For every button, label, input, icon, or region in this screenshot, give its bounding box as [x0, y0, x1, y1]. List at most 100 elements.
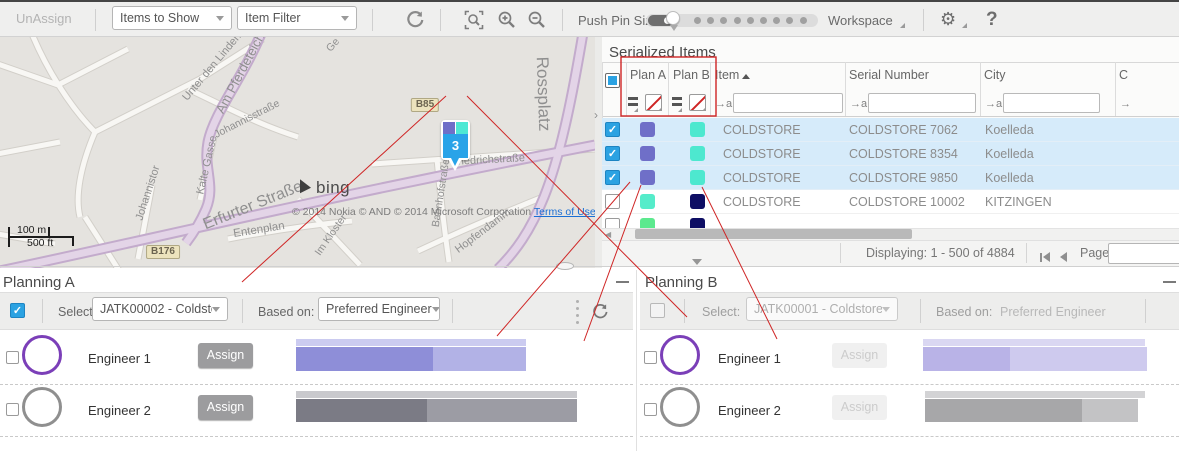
select-all-checkbox[interactable]: [605, 73, 620, 88]
zoom-to-fit-icon[interactable]: [464, 10, 484, 30]
table-row[interactable]: ✓COLDSTORECOLDSTORE 8354Koelleda: [602, 142, 1179, 166]
map-panel[interactable]: Unter den LindenAm PferdeteichJohannisst…: [0, 37, 595, 268]
row-checkbox[interactable]: [605, 218, 620, 228]
main-toolbar: UnAssign Items to Show Item Filter: [0, 2, 1179, 37]
schedule-strip-bar: [296, 391, 577, 398]
unassign-button[interactable]: UnAssign: [16, 11, 72, 26]
planning-b-collapse-button[interactable]: [1163, 281, 1176, 283]
first-page-button[interactable]: [1040, 249, 1050, 267]
map-pushpin[interactable]: 3: [441, 120, 470, 160]
row-checkbox[interactable]: [605, 194, 620, 209]
table-row[interactable]: ✓COLDSTORECOLDSTORE 9850Koelleda: [602, 166, 1179, 190]
plan-b-color-swatch: [690, 146, 705, 161]
splitter-collapse-arrow[interactable]: [692, 259, 702, 265]
item-filter-dropdown[interactable]: Item Filter: [237, 6, 357, 30]
planning-a-select-dropdown[interactable]: JATK00002 - Coldstore (: [92, 297, 228, 321]
gear-icon[interactable]: ⚙: [940, 10, 956, 28]
horizontal-splitter[interactable]: [0, 266, 1179, 267]
corner-triangle-icon: [962, 23, 967, 28]
planning-a-collapse-button[interactable]: [616, 281, 629, 283]
serial-number-filter-input[interactable]: [868, 93, 976, 113]
column-header-plan-a[interactable]: Plan A: [630, 68, 666, 82]
row-checkbox[interactable]: ✓: [605, 122, 620, 137]
table-row[interactable]: ✓COLDSTORECOLDSTORE 7062Koelleda: [602, 118, 1179, 142]
planning-a-based-on-dropdown[interactable]: Preferred Engineer: [318, 297, 440, 321]
city-filter-input[interactable]: [1003, 93, 1100, 113]
slider-step-dot[interactable]: [694, 17, 701, 24]
column-header-serial-number[interactable]: Serial Number: [849, 68, 929, 82]
starts-with-filter-icon[interactable]: →a: [985, 98, 1002, 110]
planning-a-select-label: Select:: [58, 305, 96, 319]
engineer-checkbox[interactable]: [644, 351, 657, 364]
corner-triangle-icon: [702, 107, 706, 111]
schedule-bar-segment[interactable]: [923, 347, 1010, 371]
serial-number-cell: COLDSTORE 8354: [849, 147, 958, 161]
items-to-show-dropdown[interactable]: Items to Show: [112, 6, 232, 30]
row-checkbox[interactable]: ✓: [605, 146, 620, 161]
item-header-label: Item: [715, 68, 739, 82]
starts-with-filter-icon[interactable]: →a: [715, 98, 732, 110]
engineer-checkbox[interactable]: [6, 403, 19, 416]
engineer-avatar: [22, 387, 62, 427]
column-header-partial[interactable]: C: [1119, 68, 1128, 82]
pushpin-plan-a-color: [443, 122, 455, 134]
engineer-checkbox[interactable]: [6, 351, 19, 364]
zoom-in-icon[interactable]: [497, 10, 517, 30]
schedule-bar-segment[interactable]: [296, 399, 427, 422]
row-checkbox[interactable]: ✓: [605, 170, 620, 185]
refresh-icon[interactable]: [406, 10, 425, 29]
slider-step-dot[interactable]: [800, 17, 807, 24]
scroll-left-arrow-icon[interactable]: ◀: [605, 230, 611, 239]
scrollbar-thumb[interactable]: [635, 229, 912, 239]
item-filter-input[interactable]: [733, 93, 843, 113]
slider-step-dot[interactable]: [734, 17, 741, 24]
serial-number-cell: COLDSTORE 9850: [849, 171, 958, 185]
schedule-bar-segment[interactable]: [1010, 347, 1147, 371]
planning-panels-divider[interactable]: [636, 270, 637, 451]
planning-b-checkbox[interactable]: [650, 303, 665, 318]
toolbar-separator: [1145, 299, 1146, 323]
column-divider: [1115, 62, 1116, 116]
table-row[interactable]: [602, 214, 1179, 228]
schedule-bar-segment[interactable]: [427, 399, 577, 422]
previous-page-button[interactable]: [1060, 249, 1067, 267]
toolbar-separator: [242, 299, 243, 323]
assign-button[interactable]: Assign: [198, 395, 253, 420]
slider-thumb-pointer: [670, 25, 678, 31]
page-number-input[interactable]: [1108, 243, 1179, 264]
toolbar-separator: [42, 299, 43, 323]
row-separator: [0, 436, 633, 437]
schedule-bar-segment[interactable]: [433, 347, 526, 371]
schedule-bar-segment[interactable]: [925, 399, 1082, 422]
schedule-bar-segment[interactable]: [296, 347, 433, 371]
planning-a-refresh-icon[interactable]: [592, 303, 609, 320]
toolbar-separator: [562, 9, 563, 31]
planning-b-select-dropdown[interactable]: JATK00001 - Coldstore (: [746, 297, 898, 321]
serial-number-cell: COLDSTORE 10002: [849, 195, 965, 209]
schedule-bar-segment[interactable]: [1082, 399, 1138, 422]
starts-with-filter-icon[interactable]: →a: [850, 98, 867, 110]
slider-thumb[interactable]: [666, 11, 680, 25]
starts-with-filter-icon[interactable]: →: [1120, 98, 1131, 110]
workspace-menu[interactable]: Workspace: [828, 13, 893, 28]
chevron-right-icon[interactable]: ›: [594, 108, 598, 122]
slider-step-dot[interactable]: [747, 17, 754, 24]
item-cell: COLDSTORE: [723, 147, 801, 161]
zoom-out-icon[interactable]: [527, 10, 547, 30]
engineer-name: Engineer 2: [718, 403, 781, 418]
column-header-item[interactable]: Item: [715, 68, 750, 82]
panel-collapse-gutter[interactable]: [595, 37, 602, 268]
slider-step-dot[interactable]: [760, 17, 767, 24]
column-header-city[interactable]: City: [984, 68, 1006, 82]
splitter-grip[interactable]: [556, 262, 574, 270]
city-cell: Koelleda: [985, 171, 1034, 185]
table-row[interactable]: COLDSTORECOLDSTORE 10002KITZINGEN: [602, 190, 1179, 214]
assign-button[interactable]: Assign: [198, 343, 253, 368]
help-icon[interactable]: ?: [986, 9, 998, 31]
terms-of-use-link[interactable]: Terms of Use: [534, 206, 595, 218]
column-header-plan-b[interactable]: Plan B: [673, 68, 710, 82]
engineer-avatar: [22, 335, 62, 375]
planning-a-checkbox[interactable]: ✓: [10, 303, 25, 318]
drag-handle-dots[interactable]: [576, 300, 579, 328]
engineer-checkbox[interactable]: [644, 403, 657, 416]
